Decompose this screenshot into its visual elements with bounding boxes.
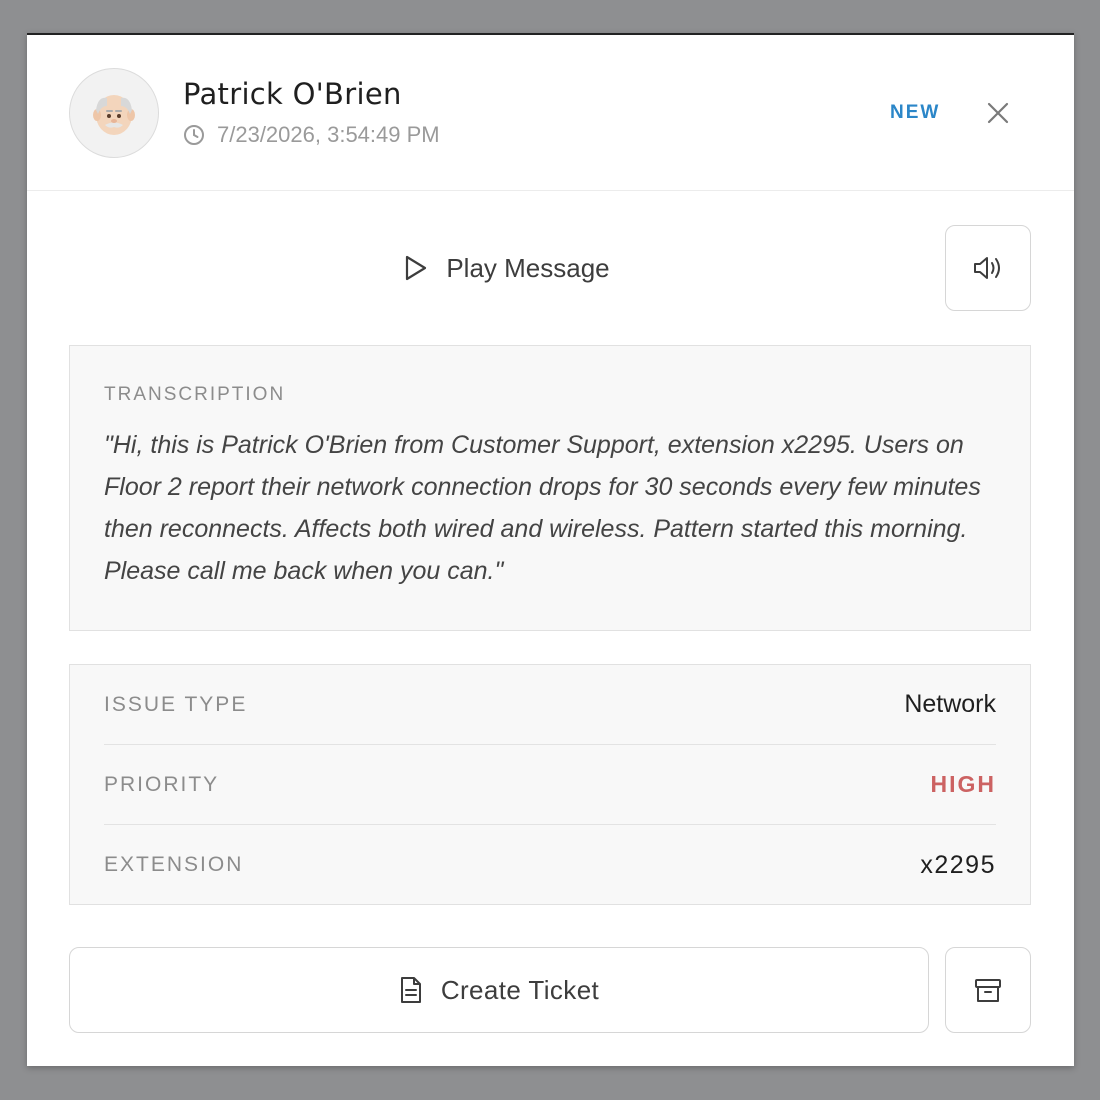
voicemail-header: Patrick O'Brien 7/23/2026, 3:54:49 PM NE… <box>27 35 1074 191</box>
detail-key: EXTENSION <box>104 853 244 876</box>
close-icon <box>987 102 1009 124</box>
detail-row-extension: EXTENSION x2295 <box>104 825 996 905</box>
detail-row-priority: PRIORITY HIGH <box>104 745 996 825</box>
status-badge: NEW <box>890 102 941 123</box>
volume-icon <box>974 257 1000 279</box>
archive-icon <box>975 979 1001 1002</box>
detail-value: x2295 <box>920 850 996 879</box>
timestamp: 7/23/2026, 3:54:49 PM <box>217 122 440 147</box>
create-ticket-label: Create Ticket <box>440 974 600 1005</box>
transcription-text: "Hi, this is Patrick O'Brien from Custom… <box>104 431 981 585</box>
transcription-label: TRANSCRIPTION <box>104 384 286 405</box>
detail-key: PRIORITY <box>104 772 220 796</box>
create-ticket-button[interactable]: Create Ticket <box>69 947 929 1033</box>
play-message-button[interactable]: Play Message <box>69 225 945 311</box>
play-message-label: Play Message <box>446 252 610 283</box>
clock-icon <box>184 125 204 145</box>
avatar <box>69 68 159 158</box>
old-man-icon <box>93 95 135 135</box>
detail-value: Network <box>904 690 996 718</box>
details-panel: ISSUE TYPE Network PRIORITY HIGH EXTENSI… <box>69 664 1031 905</box>
voicemail-card: Patrick O'Brien 7/23/2026, 3:54:49 PM NE… <box>27 33 1074 1066</box>
close-button[interactable] <box>982 97 1014 129</box>
priority-value: HIGH <box>930 771 996 797</box>
detail-row-issue-type: ISSUE TYPE Network <box>104 665 996 745</box>
archive-button[interactable] <box>945 947 1031 1033</box>
timestamp-row: 7/23/2026, 3:54:49 PM <box>183 122 440 148</box>
volume-button[interactable] <box>945 225 1031 311</box>
document-icon <box>400 977 421 1003</box>
detail-key: ISSUE TYPE <box>104 692 248 716</box>
caller-name: Patrick O'Brien <box>183 77 402 111</box>
play-icon <box>406 255 427 281</box>
transcription-box: TRANSCRIPTION "Hi, this is Patrick O'Bri… <box>69 345 1031 631</box>
